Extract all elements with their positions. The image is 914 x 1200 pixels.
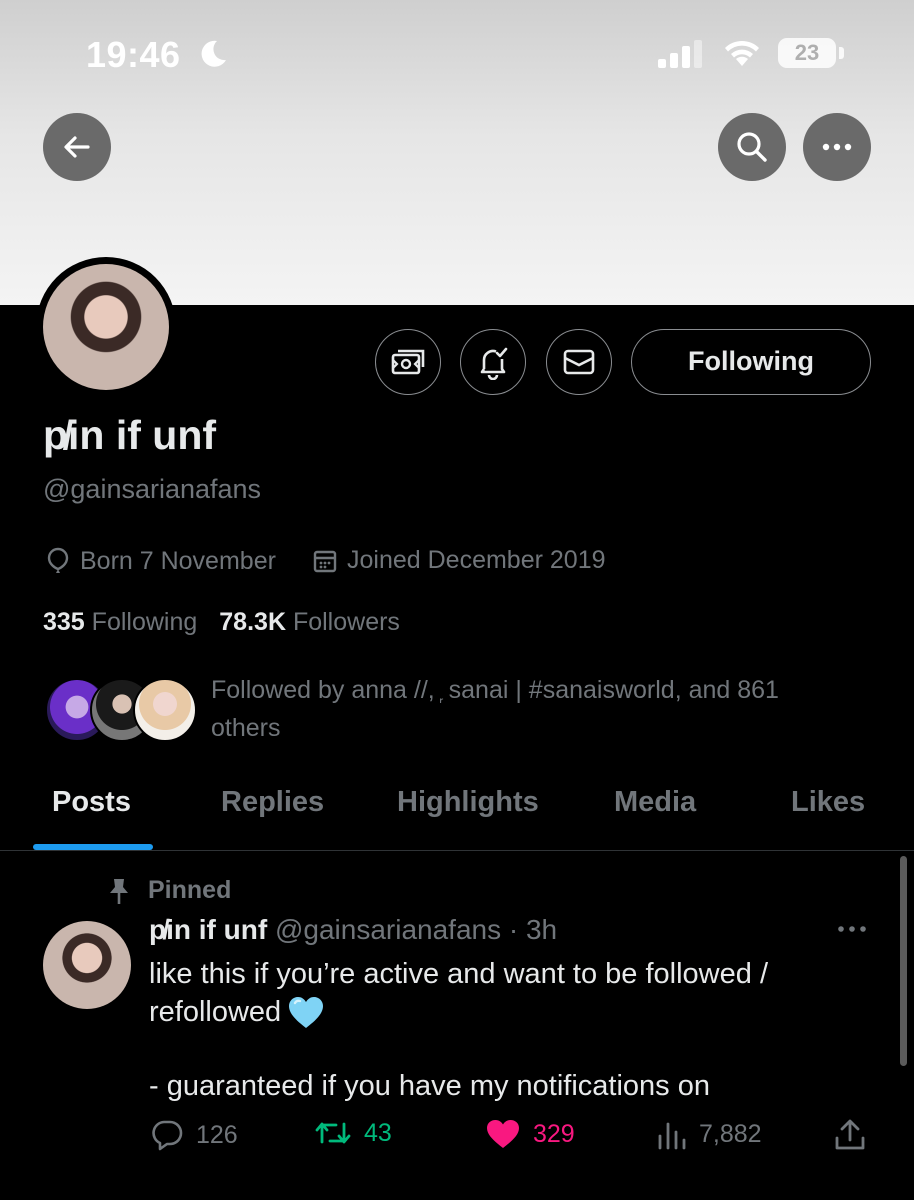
- profile-avatar[interactable]: [36, 257, 176, 397]
- followed-by-avatars[interactable]: [45, 678, 197, 742]
- tab-posts[interactable]: Posts: [52, 786, 131, 819]
- message-button[interactable]: [546, 329, 612, 395]
- tab-likes[interactable]: Likes: [791, 786, 865, 819]
- cellular-signal-icon: [658, 40, 702, 68]
- moon-icon: [201, 40, 226, 67]
- post-text-line: refollowed: [149, 996, 282, 1028]
- following-button[interactable]: Following: [631, 329, 871, 395]
- following-label: Following: [91, 608, 198, 636]
- post-actions: 126 43 329 7,882: [0, 1118, 914, 1162]
- calendar-icon: [313, 550, 337, 572]
- followed-by-text[interactable]: Followed by anna //, ᷊ sanai | #sanaiswo…: [211, 671, 851, 747]
- tab-media[interactable]: Media: [614, 786, 696, 819]
- heart-filled-icon: [487, 1120, 519, 1148]
- more-options-button[interactable]: [803, 113, 871, 181]
- born-date: Born 7 November: [46, 546, 276, 576]
- notifications-button[interactable]: [460, 329, 526, 395]
- tab-replies[interactable]: Replies: [221, 786, 324, 819]
- born-text: Born 7 November: [80, 546, 276, 575]
- pin-icon: [110, 878, 128, 904]
- like-button[interactable]: 329: [485, 1118, 575, 1150]
- tab-highlights[interactable]: Highlights: [397, 786, 539, 819]
- pinned-indicator: Pinned: [108, 876, 231, 905]
- post-text: like this if you’re active and want to b…: [149, 955, 849, 1031]
- pinned-label: Pinned: [148, 876, 232, 904]
- status-bar: 19:46 23: [0, 0, 914, 110]
- arrow-left-icon: [64, 136, 90, 158]
- scrollbar[interactable]: [900, 856, 907, 1066]
- light-blue-heart-icon: [289, 997, 324, 1029]
- bell-check-icon: [480, 347, 508, 380]
- profile-tabs: Posts Replies Highlights Media Likes: [0, 780, 914, 850]
- post-text-line: like this if you’re active and want to b…: [149, 958, 768, 990]
- reply-count: 126: [196, 1120, 238, 1149]
- followers-label: Followers: [292, 608, 400, 636]
- following-count: 335: [43, 608, 85, 636]
- views-count: 7,882: [699, 1119, 762, 1148]
- search-button[interactable]: [718, 113, 786, 181]
- like-count: 329: [533, 1119, 575, 1148]
- views-button[interactable]: 7,882: [657, 1118, 762, 1150]
- follower-avatar: [133, 678, 197, 742]
- balloon-icon: [47, 547, 69, 573]
- post-text-line: - guaranteed if you have my notification…: [149, 1070, 710, 1102]
- share-icon: [835, 1119, 865, 1150]
- repost-button[interactable]: 43: [314, 1118, 392, 1148]
- joined-date: Joined December 2019: [313, 546, 606, 575]
- tip-button[interactable]: [375, 329, 441, 395]
- post-more-icon[interactable]: [836, 924, 868, 934]
- profile-display-name: p̸in if unf: [43, 412, 217, 458]
- tabs-divider: [0, 850, 914, 851]
- post-header: p̸in if unf @gainsarianafans · 3h: [149, 914, 557, 946]
- battery-level: 23: [794, 40, 820, 65]
- post-text-line-2: refollowed: [149, 993, 849, 1031]
- post-author-avatar[interactable]: [43, 921, 131, 1009]
- followers-link[interactable]: 78.3K Followers: [219, 608, 400, 636]
- bar-chart-icon: [658, 1122, 686, 1150]
- money-icon: [391, 349, 425, 375]
- search-icon: [737, 132, 767, 162]
- profile-handle: @gainsarianafans: [43, 474, 262, 504]
- following-link[interactable]: 335 Following: [43, 608, 197, 636]
- reply-bubble-icon: [152, 1120, 183, 1151]
- avatar-image: [43, 264, 169, 390]
- back-button[interactable]: [43, 113, 111, 181]
- battery-cap: [839, 47, 844, 59]
- repost-icon: [315, 1122, 351, 1144]
- battery-indicator: 23: [778, 38, 836, 68]
- repost-count: 43: [364, 1118, 392, 1147]
- share-button[interactable]: [834, 1118, 878, 1152]
- post-author-name[interactable]: p̸in if unf: [149, 914, 267, 945]
- followers-count: 78.3K: [219, 608, 286, 636]
- reply-button[interactable]: 126: [150, 1118, 238, 1152]
- post-author-handle-time: @gainsarianafans · 3h: [274, 914, 558, 945]
- follow-counts: 335 Following 78.3K Followers: [43, 608, 400, 637]
- wifi-icon: [725, 40, 759, 66]
- status-time: 19:46: [86, 34, 181, 75]
- more-horizontal-icon: [822, 143, 852, 151]
- envelope-icon: [563, 349, 595, 375]
- joined-text: Joined December 2019: [347, 546, 606, 574]
